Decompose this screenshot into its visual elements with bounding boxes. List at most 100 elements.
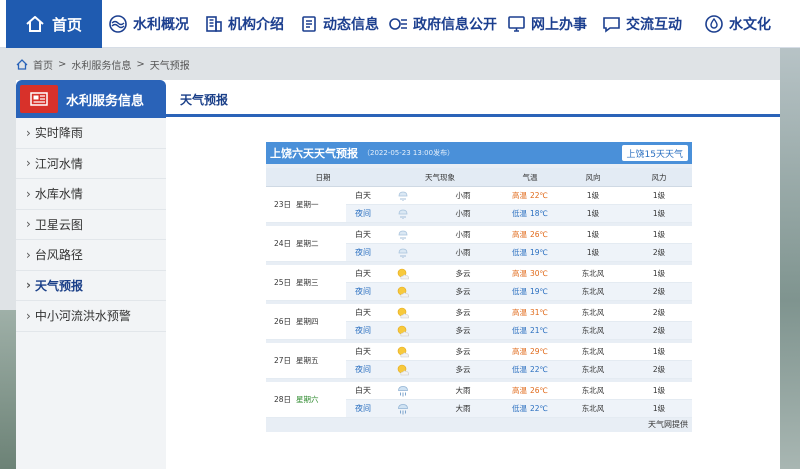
- weather-published: （2022-05-23 13:00发布）: [363, 149, 455, 157]
- table-row: 25日 星期三 白天 多云 高温 30℃ 东北风 1级: [266, 265, 692, 301]
- sidebar-item-satellite[interactable]: › 卫星云图: [16, 210, 166, 240]
- period-label: 夜间: [346, 205, 380, 223]
- table-row: 28日 星期六 白天 大雨 高温 26℃ 东北风 1级: [266, 382, 692, 418]
- cloudy-icon: [380, 265, 426, 283]
- date-value: 28日: [274, 395, 292, 404]
- temp-value: 19℃: [530, 248, 548, 257]
- monitor-icon: [508, 16, 525, 32]
- breadcrumb-home[interactable]: 首页: [33, 57, 53, 72]
- sidebar-menu: › 实时降雨 › 江河水情 › 水库水情 › 卫星云图 › 台风路径 › 天气预报 › 中小河…: [16, 118, 166, 469]
- sidebar-item-flood-warning[interactable]: › 中小河流洪水预警: [16, 301, 166, 332]
- wind-dir-value: 1级: [560, 205, 626, 223]
- chevron-right-icon: ›: [26, 247, 31, 262]
- temp-cell: 高温 22℃: [500, 187, 560, 205]
- building-icon: [206, 16, 222, 32]
- info-list-icon: [389, 18, 407, 30]
- cloudy-icon: [380, 343, 426, 361]
- col-phenomenon: 天气现象: [380, 168, 500, 187]
- sidebar-item-reservoir-status[interactable]: › 水库水情: [16, 179, 166, 210]
- home-icon: [26, 16, 44, 32]
- period-label: 夜间: [346, 244, 380, 262]
- phenomenon-value: 多云: [426, 322, 500, 340]
- period-label: 夜间: [346, 283, 380, 301]
- breadcrumb-separator: >: [136, 58, 145, 70]
- wind-dir-value: 东北风: [560, 400, 626, 418]
- breadcrumb: 首页 > 水利服务信息 > 天气预报: [16, 56, 190, 72]
- forecast-table: 日期 天气现象 气温 风向 风力 23日 星期一 白天 小雨 高温 22℃ 1级 1级 夜间 小雨…: [266, 168, 692, 418]
- wind-level-value: 1级: [626, 400, 692, 418]
- wind-level-value: 1级: [626, 265, 692, 283]
- temp-value: 31℃: [530, 308, 548, 317]
- temp-label: 高温: [512, 308, 528, 317]
- chevron-right-icon: ›: [26, 308, 31, 323]
- nav-item-news[interactable]: 动态信息: [300, 0, 379, 48]
- date-value: 25日: [274, 278, 292, 287]
- temp-label: 低温: [512, 326, 528, 335]
- home-icon: [16, 58, 28, 70]
- document-icon: [302, 16, 316, 32]
- period-label: 白天: [346, 382, 380, 400]
- temp-cell: 低温 19℃: [500, 283, 560, 301]
- sidebar-header: 水利服务信息: [16, 80, 166, 118]
- sidebar-item-realtime-rain[interactable]: › 实时降雨: [16, 118, 166, 149]
- drop-circle-icon: [705, 15, 723, 33]
- table-row: 26日 星期四 白天 多云 高温 31℃ 东北风 2级: [266, 304, 692, 340]
- temp-cell: 高温 26℃: [500, 226, 560, 244]
- temp-label: 高温: [512, 269, 528, 278]
- breadcrumb-section[interactable]: 水利服务信息: [71, 57, 131, 72]
- nav-home[interactable]: 首页: [6, 0, 102, 48]
- rain-icon: [380, 187, 426, 205]
- temp-value: 22℃: [530, 191, 548, 200]
- nav-item-overview[interactable]: 水利概况: [108, 0, 189, 48]
- date-cell: 25日 星期三: [266, 265, 346, 301]
- chevron-right-icon: ›: [26, 278, 31, 293]
- wind-dir-value: 东北风: [560, 322, 626, 340]
- temp-cell: 高温 31℃: [500, 304, 560, 322]
- temp-cell: 低温 19℃: [500, 244, 560, 262]
- sidebar-item-label: 江河水情: [34, 156, 83, 171]
- nav-item-online-service[interactable]: 网上办事: [507, 0, 587, 48]
- cloudy-icon: [380, 322, 426, 340]
- nav-item-institutions[interactable]: 机构介绍: [205, 0, 284, 48]
- temp-value: 21℃: [530, 326, 548, 335]
- temp-value: 19℃: [530, 287, 548, 296]
- sidebar-item-label: 台风路径: [34, 248, 83, 263]
- wind-dir-value: 1级: [560, 244, 626, 262]
- weekday-value: 星期四: [296, 317, 319, 326]
- weekday-value: 星期三: [296, 278, 319, 287]
- sidebar-item-river-status[interactable]: › 江河水情: [16, 149, 166, 179]
- col-wind-dir: 风向: [560, 168, 626, 187]
- forecast-15-day-button[interactable]: 上饶15天天气: [621, 145, 688, 161]
- sidebar-item-typhoon[interactable]: › 台风路径: [16, 240, 166, 271]
- phenomenon-value: 多云: [426, 265, 500, 283]
- background-strip-left: [0, 310, 16, 469]
- temp-value: 18℃: [530, 209, 548, 218]
- nav-item-label: 动态信息: [323, 17, 379, 33]
- sidebar-item-label: 水库水情: [34, 187, 83, 202]
- nav-item-water-culture[interactable]: 水文化: [704, 0, 771, 48]
- temp-cell: 低温 22℃: [500, 361, 560, 379]
- temp-cell: 高温 26℃: [500, 382, 560, 400]
- nav-item-label: 机构介绍: [228, 17, 284, 33]
- table-row: 23日 星期一 白天 小雨 高温 22℃ 1级 1级: [266, 187, 692, 223]
- nav-item-gov-info[interactable]: 政府信息公开: [388, 0, 497, 48]
- sidebar-title: 水利服务信息: [66, 93, 145, 109]
- wind-level-value: 2级: [626, 304, 692, 322]
- wind-level-value: 2级: [626, 283, 692, 301]
- wind-level-value: 2级: [626, 244, 692, 262]
- temp-value: 26℃: [530, 386, 548, 395]
- date-value: 27日: [274, 356, 292, 365]
- date-cell: 27日 星期五: [266, 343, 346, 379]
- tab-weather[interactable]: 天气预报: [180, 91, 228, 108]
- temp-label: 低温: [512, 248, 528, 257]
- sidebar-item-weather[interactable]: › 天气预报: [16, 271, 166, 301]
- temp-value: 22℃: [530, 365, 548, 374]
- phenomenon-value: 大雨: [426, 382, 500, 400]
- background-strip-right: [780, 48, 800, 469]
- weekday-value: 星期五: [296, 356, 319, 365]
- period-label: 夜间: [346, 322, 380, 340]
- phenomenon-value: 多云: [426, 343, 500, 361]
- phenomenon-value: 小雨: [426, 244, 500, 262]
- nav-item-interaction[interactable]: 交流互动: [602, 0, 682, 48]
- weather-widget: 上饶六天天气预报 （2022-05-23 13:00发布） 上饶15天天气 日期…: [266, 142, 692, 432]
